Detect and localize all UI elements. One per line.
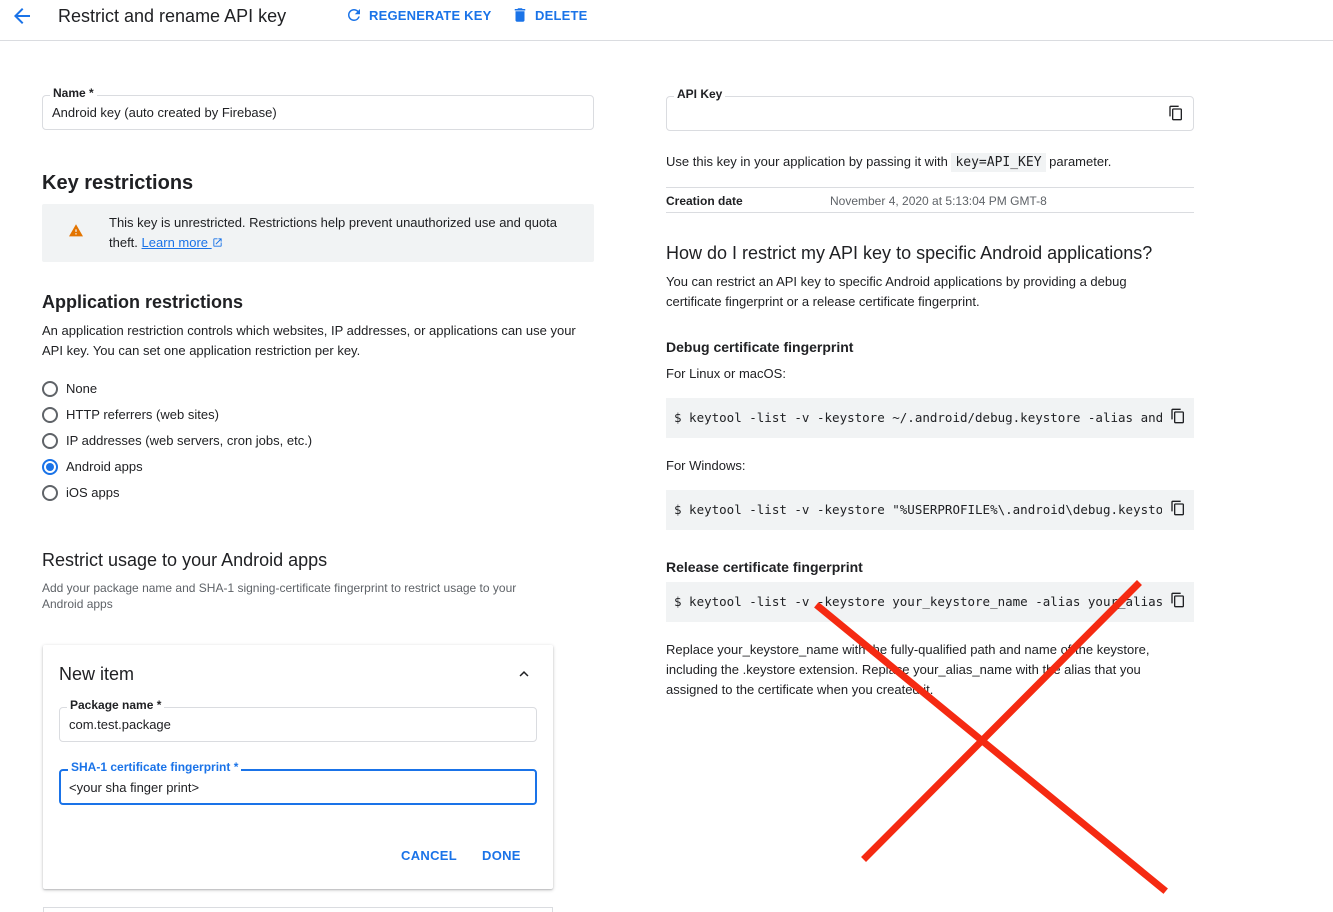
delete-label: DELETE bbox=[535, 7, 588, 23]
done-button[interactable]: DONE bbox=[482, 848, 521, 863]
linux-command: $ keytool -list -v -keystore ~/.android/… bbox=[674, 410, 1162, 425]
name-field-value: Android key (auto created by Firebase) bbox=[52, 105, 277, 120]
package-name-value: com.test.package bbox=[69, 717, 171, 732]
release-heading: Release certificate fingerprint bbox=[666, 559, 863, 575]
radio-label: IP addresses (web servers, cron jobs, et… bbox=[66, 433, 313, 448]
replace-instructions: Replace your_keystore_name with the full… bbox=[666, 642, 1150, 697]
radio-label: None bbox=[66, 381, 98, 396]
release-command-block: $ keytool -list -v -keystore your_keysto… bbox=[666, 582, 1194, 622]
top-bar: Restrict and rename API key REGENERATE K… bbox=[0, 0, 1333, 41]
help-intro: You can restrict an API key to specific … bbox=[666, 274, 1127, 309]
sha1-fingerprint-field[interactable]: SHA-1 certificate fingerprint * <your sh… bbox=[59, 760, 537, 805]
api-key-usage: Use this key in your application by pass… bbox=[666, 152, 1206, 173]
windows-command: $ keytool -list -v -keystore "%USERPROFI… bbox=[674, 502, 1162, 517]
release-command: $ keytool -list -v -keystore your_keysto… bbox=[674, 594, 1162, 609]
windows-label: For Windows: bbox=[666, 458, 746, 473]
radio-none[interactable]: None bbox=[42, 379, 97, 399]
unrestricted-warning: This key is unrestricted. Restrictions h… bbox=[42, 204, 594, 262]
copy-icon[interactable] bbox=[1170, 592, 1186, 608]
radio-label: iOS apps bbox=[66, 485, 120, 500]
page-title: Restrict and rename API key bbox=[58, 6, 287, 26]
x-stroke-2 bbox=[861, 580, 1142, 862]
application-restrictions-description: An application restriction controls whic… bbox=[42, 323, 576, 358]
trash-icon bbox=[514, 8, 526, 22]
help-heading: How do I restrict my API key to specific… bbox=[666, 243, 1153, 263]
cancel-button[interactable]: CANCEL bbox=[401, 848, 457, 863]
linux-command-block: $ keytool -list -v -keystore ~/.android/… bbox=[666, 398, 1194, 438]
radio-button[interactable] bbox=[42, 433, 58, 449]
regenerate-key-button[interactable]: REGENERATE KEY bbox=[345, 6, 491, 24]
linux-label: For Linux or macOS: bbox=[666, 366, 786, 381]
regenerate-key-label: REGENERATE KEY bbox=[369, 7, 492, 23]
learn-more-link[interactable]: Learn more bbox=[142, 235, 223, 250]
creation-date-label: Creation date bbox=[666, 194, 743, 208]
warning-message: This key is unrestricted. Restrictions h… bbox=[109, 213, 579, 253]
application-restrictions-heading: Application restrictions bbox=[42, 292, 244, 312]
radio-label: HTTP referrers (web sites) bbox=[66, 407, 219, 422]
radio-android-apps[interactable]: Android apps bbox=[42, 457, 143, 477]
windows-command-block: $ keytool -list -v -keystore "%USERPROFI… bbox=[666, 490, 1194, 530]
usage-prefix: Use this key in your application by pass… bbox=[666, 154, 948, 169]
new-item-title: New item bbox=[59, 664, 135, 684]
android-usage-heading: Restrict usage to your Android apps bbox=[42, 550, 328, 570]
radio-http-referrers[interactable]: HTTP referrers (web sites) bbox=[42, 405, 219, 425]
open-in-new-icon bbox=[213, 238, 222, 247]
next-card-edge bbox=[43, 907, 553, 912]
debug-heading: Debug certificate fingerprint bbox=[666, 339, 854, 355]
sha1-fingerprint-value: <your sha finger print> bbox=[69, 780, 200, 795]
radio-label: Android apps bbox=[66, 459, 143, 474]
radio-ios-apps[interactable]: iOS apps bbox=[42, 483, 119, 503]
sha1-fingerprint-label: SHA-1 certificate fingerprint * bbox=[68, 760, 242, 774]
copy-icon[interactable] bbox=[1170, 408, 1186, 424]
back-arrow-icon[interactable] bbox=[10, 4, 34, 28]
delete-button[interactable]: DELETE bbox=[511, 6, 587, 24]
package-name-label: Package name * bbox=[67, 698, 165, 712]
divider bbox=[666, 187, 1194, 188]
name-field-label: Name * bbox=[50, 86, 97, 100]
copy-icon[interactable] bbox=[1168, 105, 1184, 121]
divider bbox=[666, 212, 1194, 213]
radio-button[interactable] bbox=[42, 407, 58, 423]
warning-icon bbox=[69, 224, 83, 237]
key-restrictions-heading: Key restrictions bbox=[42, 172, 194, 194]
usage-code: key=API_KEY bbox=[951, 153, 1046, 172]
name-field[interactable]: Name * Android key (auto created by Fire… bbox=[42, 86, 594, 130]
radio-button-selected[interactable] bbox=[42, 459, 58, 475]
usage-suffix: parameter. bbox=[1049, 154, 1112, 169]
refresh-icon bbox=[348, 8, 360, 21]
copy-icon[interactable] bbox=[1170, 500, 1186, 516]
radio-button[interactable] bbox=[42, 381, 58, 397]
creation-date-value: November 4, 2020 at 5:13:04 PM GMT-8 bbox=[830, 194, 1047, 208]
api-key-label: API Key bbox=[674, 87, 726, 101]
new-item-card: New item Package name * com.test.package… bbox=[43, 645, 553, 889]
chevron-up-icon[interactable] bbox=[515, 665, 533, 683]
android-usage-description: Add your package name and SHA-1 signing-… bbox=[42, 581, 517, 611]
package-name-field[interactable]: Package name * com.test.package bbox=[59, 698, 537, 742]
radio-button[interactable] bbox=[42, 485, 58, 501]
api-key-field[interactable]: API Key bbox=[666, 87, 1194, 131]
radio-ip-addresses[interactable]: IP addresses (web servers, cron jobs, et… bbox=[42, 431, 312, 451]
